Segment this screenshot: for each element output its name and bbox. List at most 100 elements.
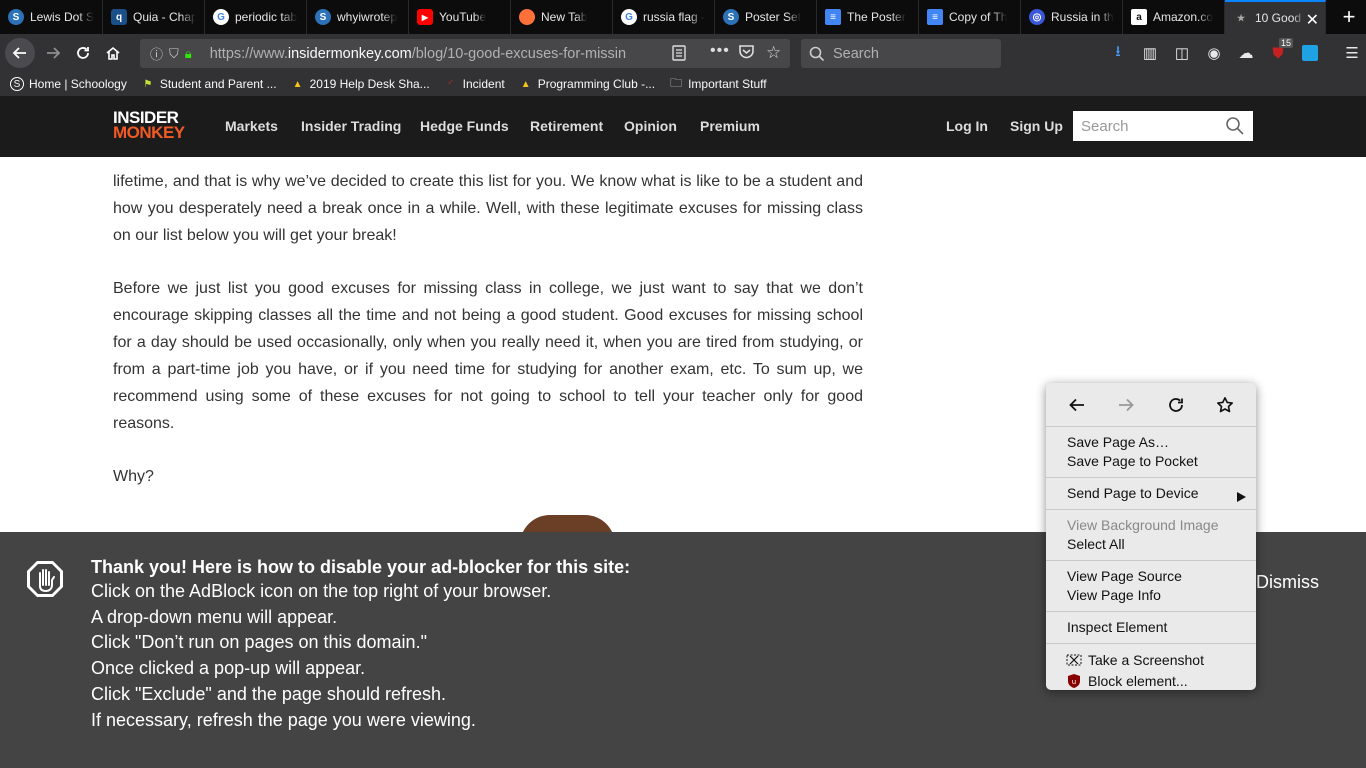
bookmark-star-icon[interactable]: ☆ [766, 43, 781, 63]
url-bar[interactable]: ⓘ ⛉ 🔒︎ https://www.insidermonkey.com/blo… [140, 39, 790, 68]
ctx-reload-button[interactable] [1161, 390, 1191, 420]
reload-icon [77, 47, 89, 59]
info-icon[interactable]: ⓘ [150, 44, 163, 63]
article-paragraph: lifetime, and that is why we’ve decided … [113, 173, 863, 244]
menu-send-to-device[interactable]: Send Page to Device [1046, 484, 1256, 503]
pocket-icon[interactable] [738, 44, 755, 65]
search-icon[interactable] [1225, 116, 1245, 136]
account-icon[interactable]: ◉ [1201, 38, 1227, 68]
site-search-input[interactable]: Search [1073, 111, 1253, 141]
ublock-icon[interactable]: ⛊ 15 [1265, 38, 1293, 68]
bookmark-item[interactable]: ▲ 2019 Help Desk Sha... [291, 77, 430, 91]
back-arrow-icon [1068, 398, 1084, 411]
tab[interactable]: New Tab [511, 0, 613, 34]
tab[interactable]: q Quia - Chap [103, 0, 205, 34]
reload-button[interactable] [68, 38, 98, 68]
schoology-icon: S [8, 9, 24, 25]
menu-save-page-as[interactable]: Save Page As… [1046, 433, 1256, 452]
schoology-icon: S [723, 9, 739, 25]
menu-take-screenshot[interactable]: Take a Screenshot [1046, 650, 1256, 671]
youtube-icon: ▶ [417, 9, 433, 25]
adblock-instruction: Once clicked a pop-up will appear. [91, 658, 366, 678]
menu-view-page-source[interactable]: View Page Source [1046, 567, 1256, 586]
back-button[interactable] [5, 38, 35, 68]
signup-link[interactable]: Sign Up [1010, 118, 1063, 134]
nav-premium[interactable]: Premium [700, 118, 760, 134]
nav-insider-trading[interactable]: Insider Trading [301, 118, 401, 134]
home-button[interactable] [98, 38, 128, 68]
page-actions-icon[interactable]: ••• [710, 42, 730, 60]
download-icon[interactable]: ⭳ [1105, 38, 1131, 68]
adblock-instruction: Click on the AdBlock icon on the top rig… [91, 581, 552, 601]
ublock-badge: 15 [1278, 38, 1293, 48]
tab[interactable]: a Amazon.co [1123, 0, 1225, 34]
tab[interactable]: ≡ The Poster [817, 0, 919, 34]
adblock-instruction: Click "Exclude" and the page should refr… [91, 684, 446, 704]
adblock-hand-icon [27, 561, 63, 597]
home-icon [106, 46, 120, 60]
tab[interactable]: S Poster Set [715, 0, 817, 34]
firefox-icon [519, 9, 535, 25]
nav-retirement[interactable]: Retirement [530, 118, 603, 134]
bookmark-item[interactable]: ◜ Incident [444, 77, 505, 91]
ctx-back-button[interactable] [1062, 390, 1092, 420]
nav-hedge-funds[interactable]: Hedge Funds [420, 118, 509, 134]
site-logo[interactable]: INSIDER MONKEY [113, 109, 185, 141]
flag-icon: ⚑ [143, 78, 153, 90]
new-tab-button[interactable]: + [1332, 0, 1366, 34]
star-icon [1217, 396, 1234, 412]
menu-view-page-info[interactable]: View Page Info [1046, 586, 1256, 605]
nav-markets[interactable]: Markets [225, 118, 278, 134]
site-search-placeholder: Search [1081, 117, 1129, 135]
bookmark-folder[interactable]: 🗀 Important Stuff [669, 76, 767, 92]
nav-opinion[interactable]: Opinion [624, 118, 677, 134]
extension-icon[interactable] [1297, 38, 1323, 68]
tab[interactable]: ≡ Copy of Th [919, 0, 1021, 34]
dismiss-button[interactable]: Dismiss [1256, 572, 1319, 593]
close-tab-icon[interactable]: ✕ [1306, 10, 1319, 30]
adblock-instruction: If necessary, refresh the page you were … [91, 710, 476, 730]
menu-save-to-pocket[interactable]: Save Page to Pocket [1046, 452, 1256, 471]
search-icon [809, 46, 825, 61]
docs-icon: ≡ [927, 9, 943, 25]
sidebar-icon[interactable]: ◫ [1169, 38, 1195, 68]
ctx-forward-button[interactable] [1111, 390, 1141, 420]
docs-icon: ≡ [825, 9, 841, 25]
menu-block-element[interactable]: u Block element... [1046, 671, 1256, 692]
tab[interactable]: ▶ YouTube [409, 0, 511, 34]
schoology-icon: S [315, 9, 331, 25]
tab[interactable]: ◎ Russia in th [1021, 0, 1123, 34]
ublock-icon: u [1068, 674, 1080, 688]
lock-icon[interactable]: 🔒︎ [185, 46, 192, 62]
menu-icon[interactable]: ☰ [1339, 38, 1365, 68]
bookmarks-toolbar: S Home | Schoology ⚑ Student and Parent ..… [0, 72, 1366, 96]
menu-select-all[interactable]: Select All [1046, 535, 1256, 554]
insidermonkey-icon: ★ [1233, 10, 1249, 26]
site-header: INSIDER MONKEY Markets Insider Trading H… [0, 96, 1366, 157]
back-arrow-icon [12, 47, 26, 59]
tab[interactable]: Grussia flag - [613, 0, 715, 34]
forward-button[interactable] [38, 38, 68, 68]
toolbar-icons: ⭳ ▥ ◫ ◉ ☁ ⛊ 15 ☰ [1105, 38, 1365, 68]
ctx-bookmark-button[interactable] [1210, 390, 1240, 420]
menu-inspect-element[interactable]: Inspect Element [1046, 618, 1256, 637]
schoology-icon: S [10, 77, 24, 91]
quia-icon: q [111, 9, 127, 25]
search-placeholder: Search [833, 45, 879, 62]
globe-icon: ◎ [1029, 9, 1045, 25]
login-link[interactable]: Log In [946, 118, 988, 134]
extension-cloud-icon[interactable]: ☁ [1233, 38, 1259, 68]
bookmark-item[interactable]: S Home | Schoology [10, 77, 127, 91]
search-bar[interactable]: Search [801, 39, 1001, 68]
url-text[interactable]: https://www.insidermonkey.com/blog/10-go… [210, 46, 630, 62]
reader-view-icon[interactable] [672, 45, 686, 66]
tab[interactable]: Gperiodic tab [205, 0, 307, 34]
library-icon[interactable]: ▥ [1137, 38, 1163, 68]
bookmark-item[interactable]: ▲ Programming Club -... [519, 77, 655, 91]
bookmark-item[interactable]: ⚑ Student and Parent ... [141, 77, 276, 91]
url-path: /blog/10-good-excuses-for-missin [411, 45, 627, 62]
tab[interactable]: Swhyiwrotep [307, 0, 409, 34]
tab-active[interactable]: ★ 10 Good ✕ [1225, 0, 1326, 34]
tab[interactable]: S Lewis Dot S [0, 0, 103, 34]
tracking-shield-icon[interactable]: ⛉ [169, 46, 179, 62]
